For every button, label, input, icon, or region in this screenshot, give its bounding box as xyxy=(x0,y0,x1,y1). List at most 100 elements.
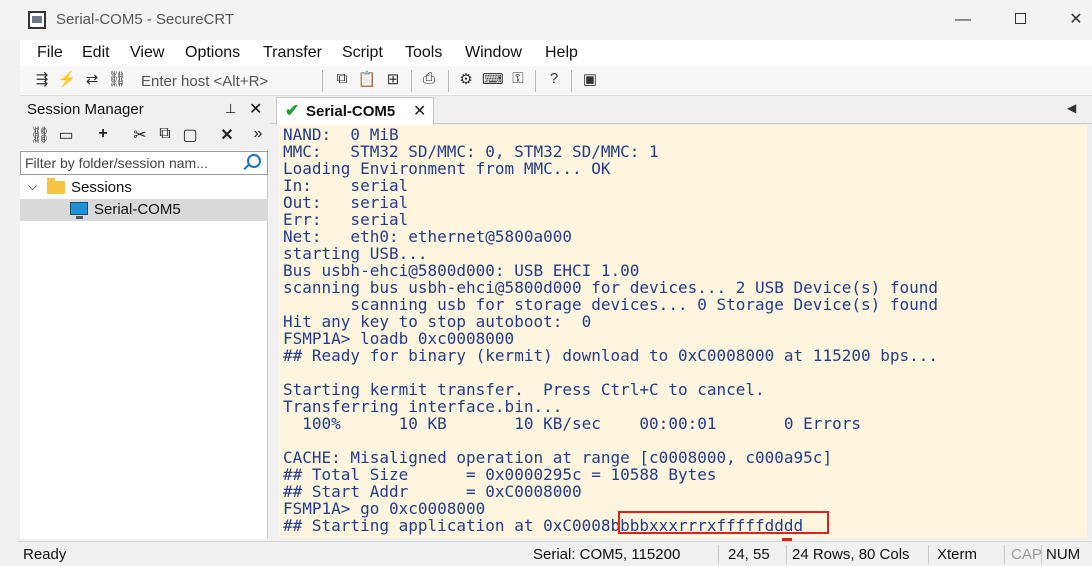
status-separator xyxy=(928,545,929,564)
terminal-line: Net: eth0: ethernet@5800a000 xyxy=(283,227,572,246)
delete-icon[interactable]: ✕ xyxy=(217,125,237,145)
cut-icon[interactable]: ✂ xyxy=(130,125,150,145)
status-separator xyxy=(1041,545,1042,564)
tab-scroll-left-icon[interactable]: ◀ xyxy=(1067,101,1076,115)
copy-icon[interactable]: ⧉ xyxy=(332,70,352,87)
title-bar: Serial-COM5 - SecureCRT — ✕ xyxy=(0,0,1092,40)
menu-tools[interactable]: Tools xyxy=(405,44,442,62)
menu-window[interactable]: Window xyxy=(465,44,522,62)
disconnect-icon[interactable]: ⛓ xyxy=(107,70,127,88)
red-highlight-box xyxy=(618,511,829,534)
sftp-icon[interactable]: ⚿ xyxy=(508,70,528,87)
terminal-line: Starting kermit transfer. Press Ctrl+C t… xyxy=(283,380,765,399)
sessions-icon[interactable]: ▣ xyxy=(580,70,600,88)
add-session-icon[interactable]: + xyxy=(93,125,113,143)
paste-icon[interactable]: 📋 xyxy=(357,70,377,88)
window-title: Serial-COM5 - SecureCRT xyxy=(56,11,235,28)
pin-icon[interactable]: ⊥ xyxy=(225,101,236,117)
session-manager-toolbar: ⛓ ▭ + ✂ ⧉ ▢ ✕ » xyxy=(20,122,268,150)
status-bar: Ready Serial: COM5, 115200 24, 55 24 Row… xyxy=(18,538,1092,566)
status-num-lock: NUM xyxy=(1046,546,1081,563)
enter-host-input[interactable] xyxy=(141,69,321,93)
menu-bar: File Edit View Options Transfer Script T… xyxy=(20,40,1092,66)
tree-folder-sessions[interactable]: ⌵ Sessions xyxy=(20,177,268,199)
terminal-output[interactable]: NAND: 0 MiB MMC: STM32 SD/MMC: 0, STM32 S… xyxy=(279,125,1087,538)
menu-file[interactable]: File xyxy=(37,44,63,62)
copy-icon[interactable]: ⧉ xyxy=(155,125,175,143)
left-window-strip xyxy=(0,40,20,540)
paste-icon[interactable]: ▢ xyxy=(180,125,200,145)
menu-view[interactable]: View xyxy=(130,44,164,62)
minimize-button[interactable]: — xyxy=(933,0,993,40)
status-connection: Serial: COM5, 115200 xyxy=(533,546,681,563)
terminal-line: ## Start Addr = 0xC0008000 xyxy=(283,482,582,501)
window-icon[interactable]: ▭ xyxy=(56,125,76,145)
find-icon[interactable]: ⊞ xyxy=(383,70,403,88)
terminal-line: Loading Environment from MMC... OK xyxy=(283,159,611,178)
chevron-down-icon[interactable]: ⌵ xyxy=(28,179,37,194)
toolbar-separator xyxy=(571,70,572,92)
search-icon[interactable] xyxy=(247,154,261,168)
maximize-button[interactable] xyxy=(990,0,1050,40)
settings-icon[interactable]: ⚙ xyxy=(456,70,476,88)
connected-check-icon: ✔ xyxy=(285,101,300,120)
terminal-line: Transferring interface.bin... xyxy=(283,397,563,416)
keymap-icon[interactable]: ⌨ xyxy=(482,70,504,88)
terminal-line: starting USB... xyxy=(283,244,428,263)
menu-transfer[interactable]: Transfer xyxy=(263,44,322,62)
tab-serial-com5[interactable]: ✔ Serial-COM5 ✕ xyxy=(276,97,434,125)
maximize-icon xyxy=(1014,12,1026,24)
terminal-line: 100% 10 KB 10 KB/sec 00:00:01 0 Errors xyxy=(283,414,861,433)
status-size: 24 Rows, 80 Cols xyxy=(792,546,910,563)
toolbar-separator xyxy=(411,70,412,92)
session-filter-input[interactable] xyxy=(25,154,241,172)
close-window-button[interactable]: ✕ xyxy=(1046,0,1092,40)
terminal-line: FSMP1A> go 0xc0008000 xyxy=(283,499,486,518)
tree-folder-label: Sessions xyxy=(71,179,132,196)
more-icon[interactable]: » xyxy=(248,125,268,143)
session-manager-panel: Session Manager ⊥ ✕ ⛓ ▭ + ✂ ⧉ ▢ ✕ » ⌵ Se… xyxy=(20,97,268,539)
terminal-line: FSMP1A> loadb 0xc0008000 xyxy=(283,329,515,348)
terminal-line: NAND: 0 MiB xyxy=(283,125,399,144)
toolbar-separator xyxy=(535,70,536,92)
status-cursor-position: 24, 55 xyxy=(728,546,770,563)
terminal-line: ## Ready for binary (kermit) download to… xyxy=(283,346,939,365)
monitor-icon xyxy=(70,202,88,219)
toolbar-separator xyxy=(322,70,323,92)
tree-item-label: Serial-COM5 xyxy=(94,201,181,218)
help-icon[interactable]: ? xyxy=(544,70,564,87)
connect-icon[interactable]: ⇶ xyxy=(32,70,52,88)
session-tab-bar: ✔ Serial-COM5 ✕ ◀ xyxy=(270,97,1092,125)
menu-script[interactable]: Script xyxy=(342,44,383,62)
terminal-line: Err: serial xyxy=(283,210,409,229)
status-terminal-type: Xterm xyxy=(937,546,978,563)
quick-connect-icon[interactable]: ⚡ xyxy=(57,70,77,88)
toolbar-separator xyxy=(448,70,449,92)
menu-help[interactable]: Help xyxy=(545,44,578,62)
folder-icon xyxy=(47,178,65,194)
tree-item-serial-com5[interactable]: Serial-COM5 xyxy=(20,199,268,221)
reconnect-icon[interactable]: ⇄ xyxy=(82,70,102,88)
status-separator xyxy=(1004,545,1005,564)
terminal-line: Bus usbh-ehci@5800d000: USB EHCI 1.00 xyxy=(283,261,640,280)
link-icon[interactable]: ⛓ xyxy=(30,125,50,145)
session-filter-field xyxy=(20,151,268,175)
status-separator xyxy=(718,545,719,564)
terminal-line: Hit any key to stop autoboot: 0 xyxy=(283,312,592,331)
terminal-line: scanning bus usbh-ehci@5800d000 for devi… xyxy=(283,278,939,297)
status-separator xyxy=(786,545,787,564)
menu-edit[interactable]: Edit xyxy=(82,44,110,62)
terminal-line: scanning usb for storage devices... 0 St… xyxy=(283,295,939,314)
terminal-line: ## Total Size = 0x0000295c = 10588 Bytes xyxy=(283,465,717,484)
status-ready: Ready xyxy=(23,546,67,563)
tab-close-button[interactable]: ✕ xyxy=(413,101,426,121)
menu-options[interactable]: Options xyxy=(185,44,240,62)
status-caps-lock: CAP xyxy=(1011,546,1042,563)
terminal-scrollbar[interactable] xyxy=(1087,125,1092,538)
terminal-line: Out: serial xyxy=(283,193,409,212)
terminal-line: CACHE: Misaligned operation at range [c0… xyxy=(283,448,833,467)
main-toolbar: ⇶ ⚡ ⇄ ⛓ ⧉ 📋 ⊞ ⎙ ⚙ ⌨ ⚿ ? ▣ xyxy=(20,66,1092,96)
print-icon[interactable]: ⎙ xyxy=(419,70,439,87)
securecrt-app-icon xyxy=(28,11,46,29)
session-manager-close-button[interactable]: ✕ xyxy=(249,99,262,119)
